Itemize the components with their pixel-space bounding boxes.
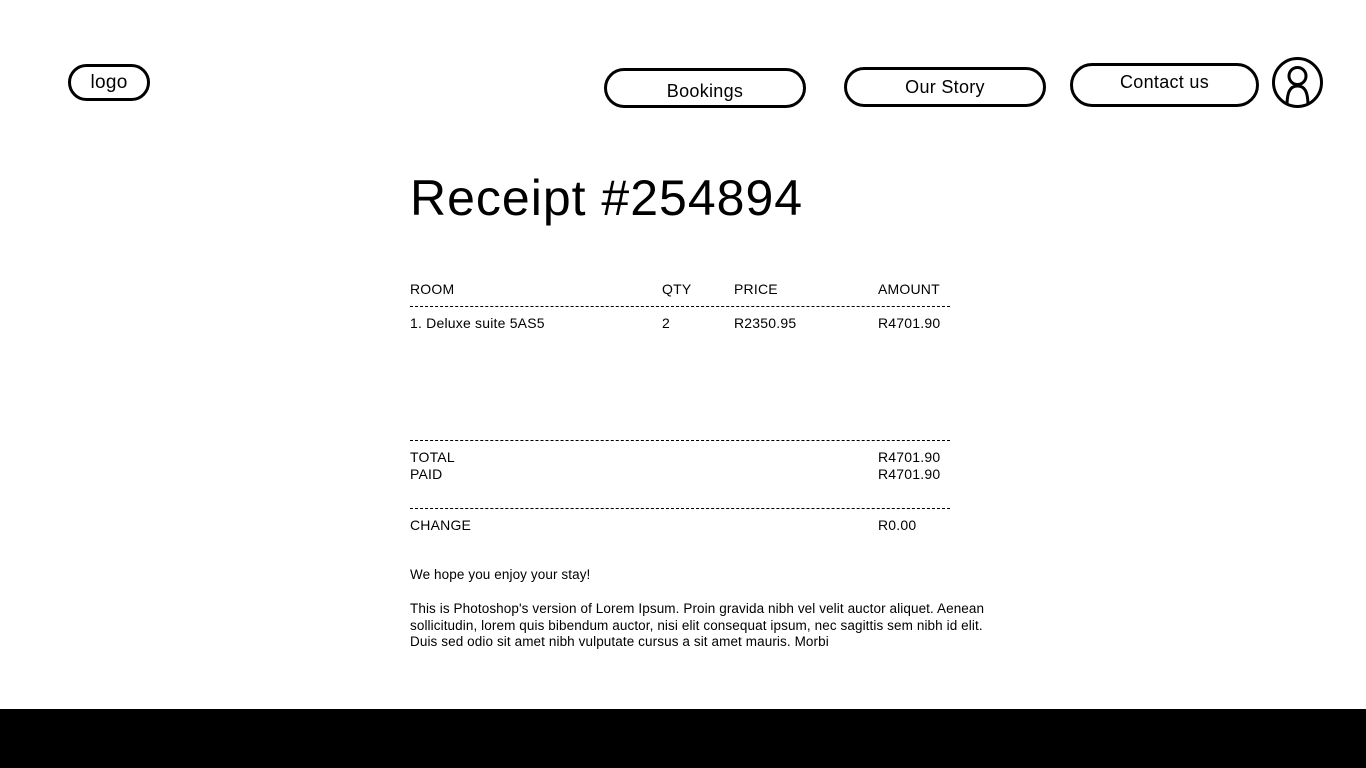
item-amount: R4701.90 bbox=[878, 315, 941, 331]
item-price: R2350.95 bbox=[734, 315, 797, 331]
column-header-amount: AMOUNT bbox=[878, 281, 940, 297]
nav-our-story-label: Our Story bbox=[905, 76, 985, 97]
change-label: CHANGE bbox=[410, 517, 472, 533]
logo[interactable]: logo bbox=[68, 64, 150, 101]
nav-contact-button[interactable]: Contact us bbox=[1070, 63, 1259, 107]
nav-bookings-button[interactable]: Bookings bbox=[604, 68, 806, 108]
nav-bookings-label: Bookings bbox=[666, 80, 744, 101]
column-header-qty: QTY bbox=[662, 281, 692, 297]
footer-bar bbox=[0, 709, 1366, 768]
nav-our-story-button[interactable]: Our Story bbox=[844, 67, 1046, 107]
body-paragraph: This is Photoshop's version of Lorem Ips… bbox=[410, 601, 985, 649]
paid-value: R4701.90 bbox=[878, 466, 941, 482]
item-room: 1. Deluxe suite 5AS5 bbox=[410, 315, 545, 331]
nav-contact-label: Contact us bbox=[1119, 71, 1210, 92]
user-icon bbox=[1285, 66, 1310, 105]
paid-label: PAID bbox=[410, 466, 443, 482]
change-value: R0.00 bbox=[878, 517, 917, 533]
total-value: R4701.90 bbox=[878, 449, 941, 465]
logo-label: logo bbox=[90, 71, 128, 93]
totals-divider bbox=[410, 440, 950, 441]
total-label: TOTAL bbox=[410, 449, 455, 465]
header-divider bbox=[410, 306, 950, 307]
column-header-price: PRICE bbox=[734, 281, 778, 297]
receipt-title: Receipt #254894 bbox=[410, 170, 804, 226]
item-qty: 2 bbox=[662, 315, 670, 331]
user-avatar-button[interactable] bbox=[1272, 57, 1323, 108]
change-divider bbox=[410, 508, 950, 509]
thank-you-message: We hope you enjoy your stay! bbox=[410, 567, 591, 582]
column-header-room: ROOM bbox=[410, 281, 455, 297]
